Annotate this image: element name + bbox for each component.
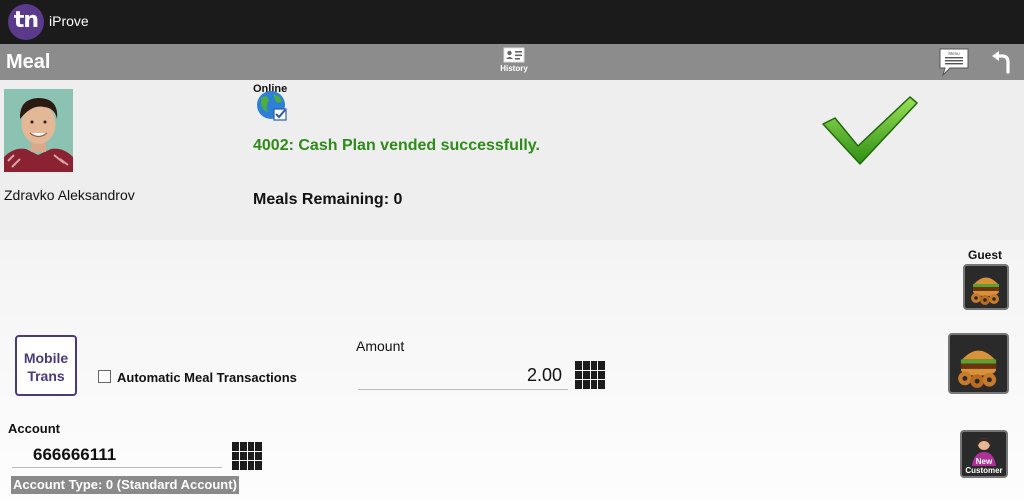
app-logo: tn bbox=[8, 4, 44, 40]
guest-meal-button[interactable] bbox=[963, 264, 1009, 310]
page-title: Meal bbox=[6, 51, 51, 73]
meal-icon bbox=[958, 350, 997, 388]
history-icon bbox=[503, 47, 525, 63]
globe-icon bbox=[257, 91, 287, 121]
toolbar: Meal History Menu bbox=[0, 44, 1024, 80]
menu-button[interactable]: Menu bbox=[938, 47, 970, 77]
status-message: 4002: Cash Plan vended successfully. bbox=[253, 137, 540, 154]
new-customer-button[interactable]: New Customer bbox=[960, 430, 1008, 478]
mobile-trans-button[interactable]: Mobile Trans bbox=[15, 335, 77, 396]
history-button[interactable]: History bbox=[494, 47, 534, 79]
amount-input[interactable] bbox=[358, 362, 568, 390]
amount-keypad-icon[interactable] bbox=[575, 361, 605, 389]
meals-remaining: Meals Remaining: 0 bbox=[253, 191, 403, 208]
menu-icon: Menu bbox=[939, 48, 969, 77]
account-type-badge: Account Type: 0 (Standard Account) bbox=[11, 476, 239, 494]
mobile-trans-label-line2: Trans bbox=[27, 368, 65, 384]
app-bar: tn iProve bbox=[0, 0, 1024, 44]
account-label: Account bbox=[8, 421, 60, 436]
amount-label: Amount bbox=[356, 338, 405, 354]
check-icon bbox=[822, 96, 918, 165]
meal-button[interactable] bbox=[948, 333, 1009, 394]
customer-name: Zdravko Aleksandrov bbox=[4, 187, 135, 203]
back-icon bbox=[992, 51, 1010, 74]
automatic-meal-checkbox[interactable] bbox=[98, 370, 111, 383]
customer-photo bbox=[4, 89, 73, 172]
automatic-meal-label: Automatic Meal Transactions bbox=[117, 370, 297, 385]
guest-label: Guest bbox=[968, 248, 1003, 262]
new-customer-label: New Customer bbox=[965, 457, 1003, 475]
account-input[interactable] bbox=[12, 442, 222, 468]
back-button[interactable] bbox=[988, 50, 1018, 74]
mobile-trans-label-line1: Mobile bbox=[23, 350, 69, 366]
svg-text:Menu: Menu bbox=[948, 51, 960, 56]
app-title: iProve bbox=[49, 13, 89, 29]
meal-icon bbox=[971, 277, 999, 305]
account-keypad-icon[interactable] bbox=[232, 442, 262, 470]
customer-info-panel: Zdravko Aleksandrov Online 4002: Cash Pl… bbox=[0, 80, 1024, 240]
history-label: History bbox=[500, 64, 528, 73]
